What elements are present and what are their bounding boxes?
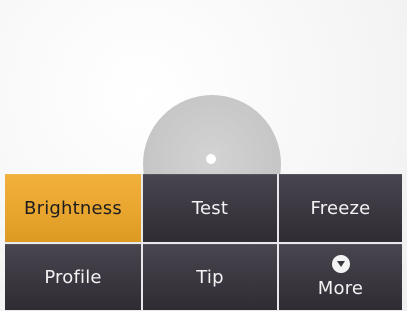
tip-button[interactable]: Tip — [143, 244, 277, 310]
test-button[interactable]: Test — [143, 174, 277, 242]
preview-center-dot — [206, 154, 216, 164]
more-label: More — [317, 278, 364, 299]
options-menu: Brightness Test Freeze Profile Tip More — [5, 174, 402, 311]
screen: Brightness Test Freeze Profile Tip More — [0, 0, 407, 311]
chevron-down-circle-icon — [331, 255, 350, 273]
more-button[interactable]: More — [279, 244, 402, 310]
profile-button[interactable]: Profile — [5, 244, 141, 310]
freeze-button[interactable]: Freeze — [279, 174, 402, 242]
brightness-button[interactable]: Brightness — [5, 174, 141, 242]
